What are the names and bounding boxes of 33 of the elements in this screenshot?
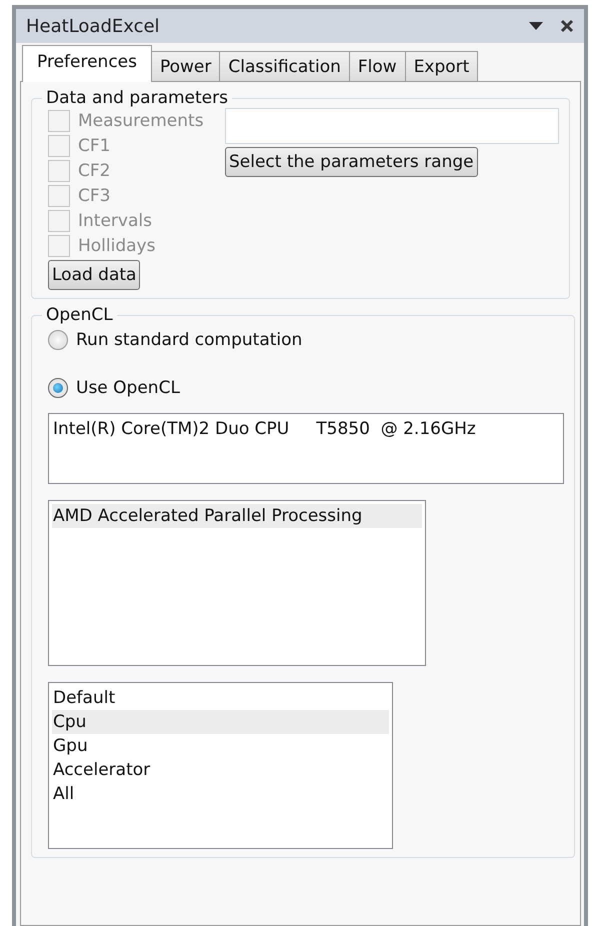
load-data-button[interactable]: Load data — [48, 260, 140, 290]
device-list[interactable]: Intel(R) Core(TM)2 Duo CPU T5850 @ 2.16GHz — [48, 413, 564, 484]
list-item[interactable]: Cpu — [52, 710, 389, 734]
radio-button[interactable] — [48, 330, 68, 350]
list-item[interactable]: AMD Accelerated Parallel Processing — [52, 504, 422, 528]
list-item[interactable]: Default — [52, 686, 389, 710]
panel-title: HeatLoadExcel — [26, 16, 161, 36]
dropdown-icon[interactable] — [528, 21, 544, 31]
checkbox-label: Intervals — [78, 210, 152, 230]
radio-label: Run standard computation — [76, 330, 302, 350]
list-item[interactable]: Accelerator — [52, 758, 389, 782]
platform-list[interactable]: AMD Accelerated Parallel Processing — [48, 500, 426, 666]
radio-button[interactable] — [48, 378, 68, 398]
tab[interactable]: Power — [150, 51, 220, 81]
tab[interactable]: Preferences — [22, 45, 152, 82]
checkbox-label: Hollidays — [78, 236, 156, 256]
checkbox-label: CF1 — [78, 136, 110, 156]
checkbox-label: Measurements — [78, 110, 204, 130]
tab[interactable]: Export — [404, 51, 478, 81]
close-icon[interactable] — [560, 19, 574, 33]
list-item[interactable]: Gpu — [52, 734, 389, 758]
list-item[interactable]: All — [52, 782, 389, 806]
checkbox-label: CF2 — [78, 160, 110, 180]
list-item[interactable]: Intel(R) Core(TM)2 Duo CPU T5850 @ 2.16GHz — [52, 417, 560, 441]
checkbox-label: CF3 — [78, 186, 110, 206]
radio-label: Use OpenCL — [76, 378, 180, 398]
group-title: Data and parameters — [45, 88, 229, 108]
tab[interactable]: Classification — [219, 51, 350, 81]
tab[interactable]: Flow — [348, 51, 406, 81]
range-field[interactable] — [225, 108, 559, 144]
group-title: OpenCL — [45, 305, 114, 325]
select-range-button[interactable]: Select the parameters range — [225, 147, 478, 177]
device-type-list[interactable]: Default Cpu Gpu Accelerator All — [48, 682, 393, 849]
